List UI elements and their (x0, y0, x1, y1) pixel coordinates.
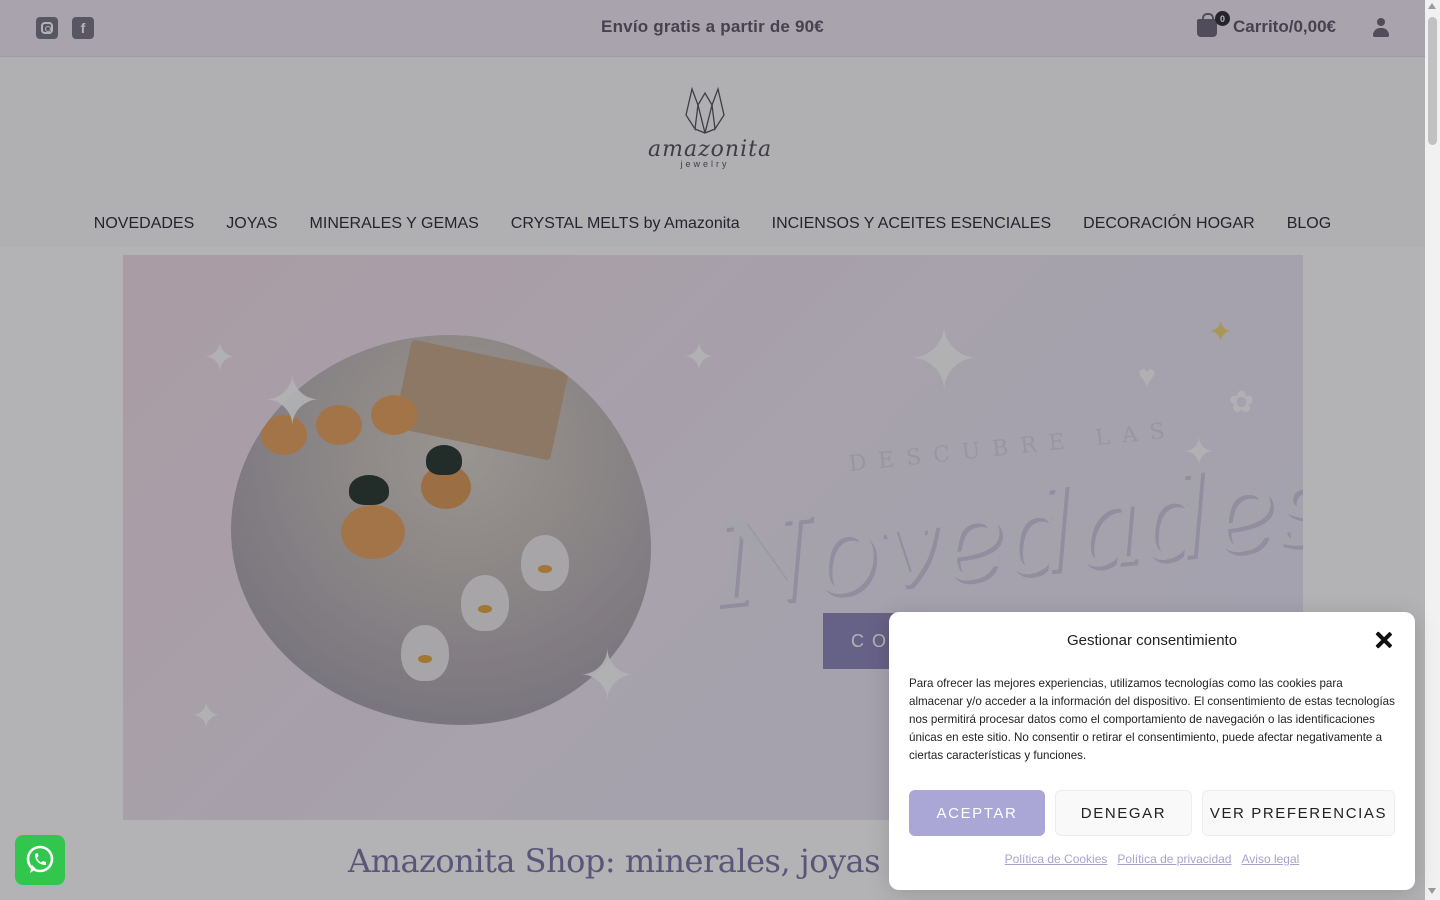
whatsapp-button[interactable] (15, 835, 65, 885)
consent-title: Gestionar consentimiento (1066, 632, 1238, 649)
consent-body: Para ofrecer las mejores experiencias, u… (909, 677, 1395, 762)
accept-button[interactable]: ACEPTAR (909, 790, 1045, 836)
deny-button[interactable]: DENEGAR (1055, 790, 1192, 836)
cookie-consent-dialog: Gestionar consentimiento Para ofrecer la… (889, 612, 1415, 890)
cookie-policy-link[interactable]: Política de Cookies (1005, 852, 1108, 866)
page-scrollbar[interactable] (1425, 0, 1440, 900)
whatsapp-icon (26, 845, 54, 873)
consent-links: Política de Cookies Política de privacid… (889, 852, 1415, 866)
scroll-down-icon[interactable] (1428, 888, 1436, 894)
legal-notice-link[interactable]: Aviso legal (1241, 852, 1299, 866)
scroll-thumb[interactable] (1428, 17, 1437, 145)
close-icon[interactable] (1374, 630, 1394, 650)
scroll-up-icon[interactable] (1428, 3, 1436, 9)
view-preferences-button[interactable]: VER PREFERENCIAS (1202, 790, 1395, 836)
privacy-policy-link[interactable]: Política de privacidad (1117, 852, 1231, 866)
